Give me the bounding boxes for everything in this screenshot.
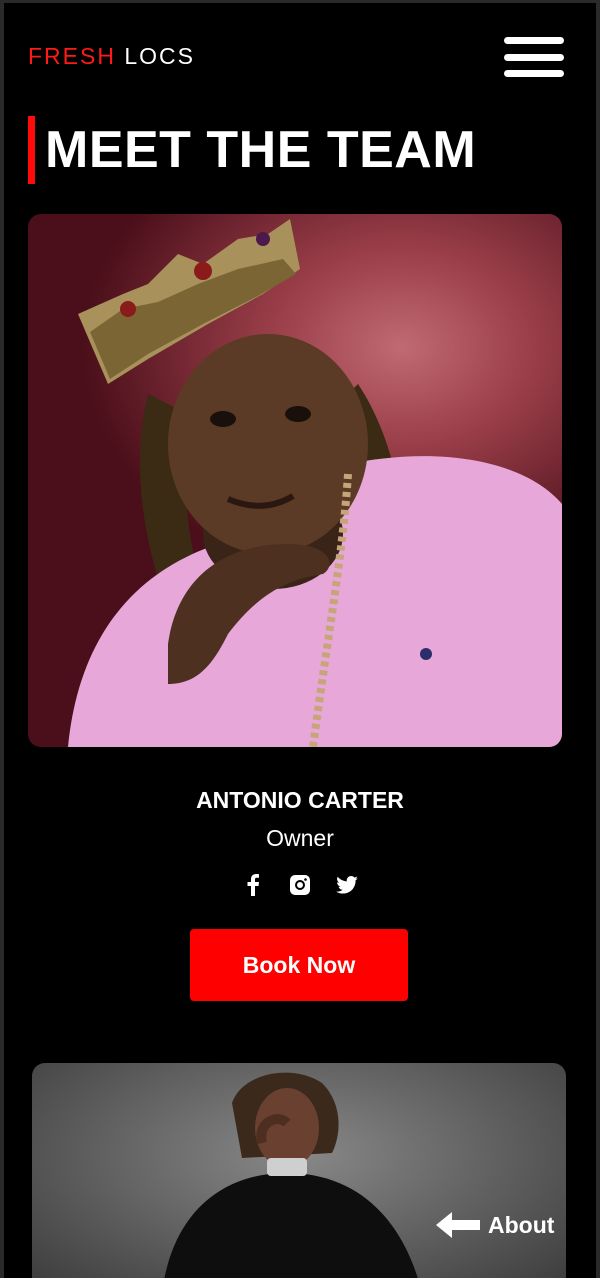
social-links (240, 872, 360, 898)
portrait-illustration (68, 219, 562, 747)
page: FRESH LOCS MEET THE TEAM ANTONIO CARTER … (4, 3, 596, 1278)
hamburger-icon[interactable] (504, 37, 564, 77)
logo-word-fresh: FRESH (28, 43, 116, 69)
portrait-illustration-2 (164, 1072, 418, 1278)
team-member-photo (28, 214, 562, 747)
book-now-button[interactable]: Book Now (190, 929, 408, 1001)
about-link[interactable]: About (436, 1206, 554, 1244)
team-member-name: ANTONIO CARTER (196, 787, 404, 813)
about-link-label: About (488, 1211, 555, 1238)
page-title: MEET THE TEAM (45, 121, 477, 179)
logo-word-locs: LOCS (124, 43, 195, 69)
team-member-photo-2 (32, 1063, 566, 1278)
arrow-left-icon (436, 1212, 480, 1238)
twitter-icon[interactable] (334, 872, 360, 898)
heading-accent-bar (28, 116, 35, 184)
instagram-icon[interactable] (287, 872, 313, 898)
facebook-icon[interactable] (240, 872, 266, 898)
logo[interactable]: FRESH LOCS (28, 43, 195, 70)
team-member-role: Owner (266, 825, 334, 851)
